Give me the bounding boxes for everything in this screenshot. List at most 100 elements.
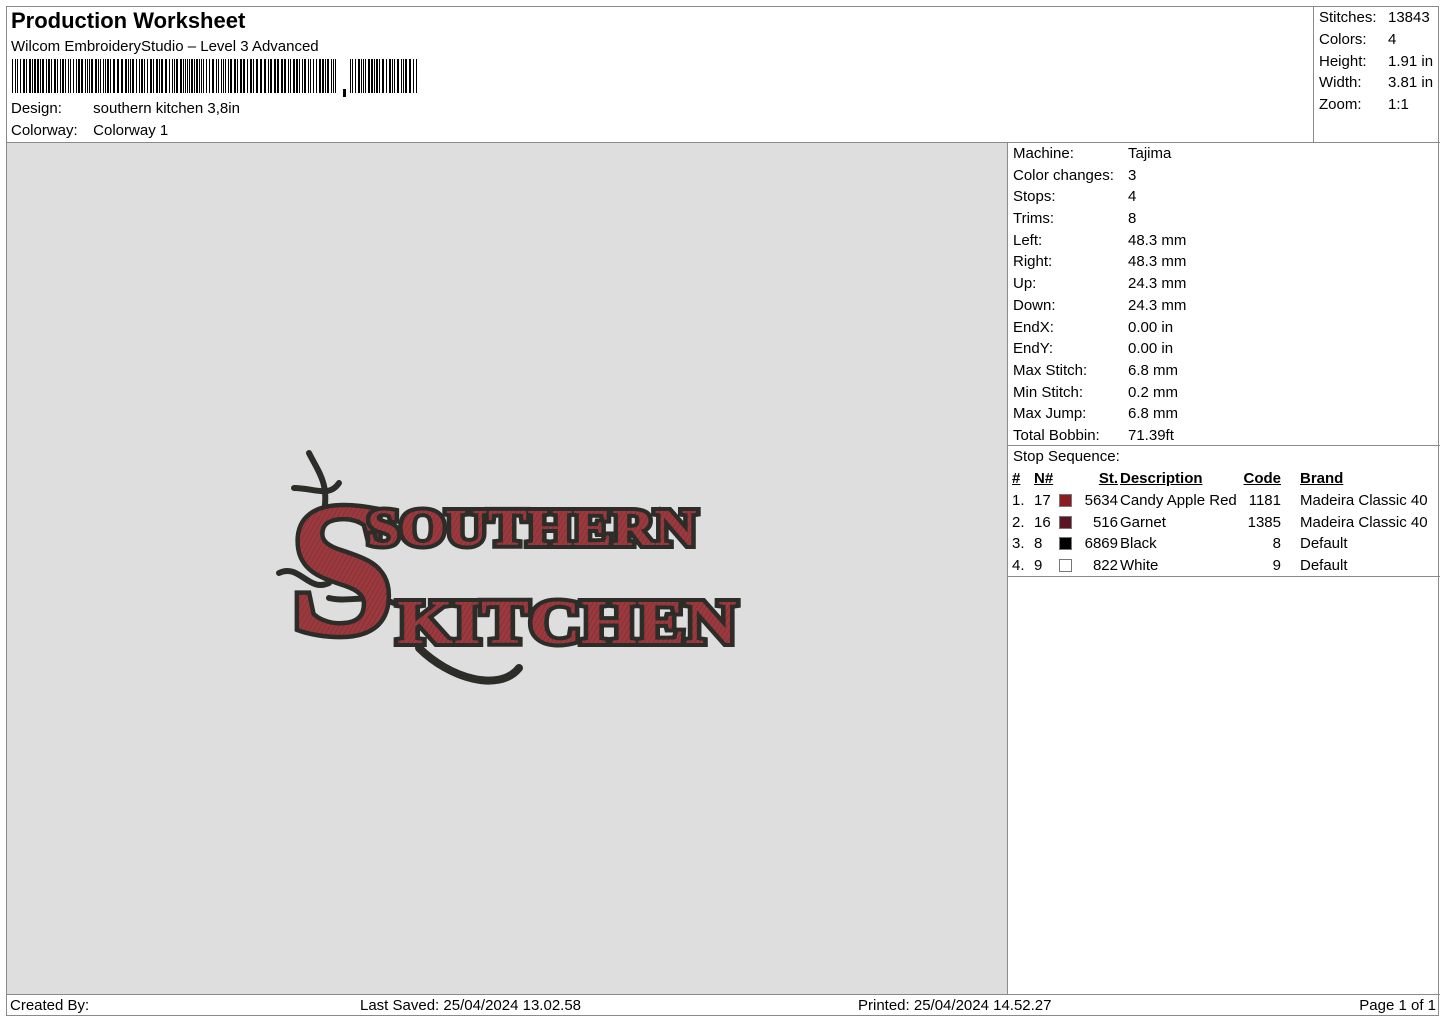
machine-row: Color changes: 3 — [1008, 165, 1440, 187]
machine-row: EndX: 0.00 in — [1008, 317, 1440, 339]
machine-row: Max Stitch: 6.8 mm — [1008, 360, 1440, 382]
row-code: 1385 — [1247, 513, 1281, 531]
machine-value: 24.3 mm — [1128, 296, 1187, 314]
row-description: White — [1120, 557, 1159, 575]
design-value: southern kitchen 3,8in — [93, 100, 240, 117]
header-num: # — [1012, 470, 1021, 487]
printed-date: Printed: 25/04/2024 14.52.27 — [858, 997, 1052, 1014]
header-code: Code — [1243, 470, 1282, 487]
row-num: 4. — [1012, 557, 1025, 575]
design-preview: S SOUTHERN KITCHEN — [7, 143, 1008, 994]
colorway-label: Colorway: — [11, 122, 78, 139]
machine-label: Right: — [1013, 253, 1053, 271]
row-stitches: 6869 — [1084, 535, 1118, 553]
machine-label: Stops: — [1013, 188, 1056, 206]
page-number: Page 1 of 1 — [1359, 997, 1436, 1014]
table-row: 4. 9 822 White 9 Default — [1008, 555, 1440, 577]
machine-label: Color changes: — [1013, 166, 1114, 184]
machine-value: 3 — [1128, 166, 1137, 184]
machine-label: Trims: — [1013, 210, 1055, 228]
summary-label: Colors: — [1319, 30, 1367, 48]
machine-value: 0.00 in — [1128, 340, 1174, 358]
header-description: Description — [1120, 470, 1203, 487]
row-code: 1181 — [1248, 491, 1281, 509]
summary-label: Stitches: — [1319, 9, 1377, 26]
summary-value: 13843 — [1388, 9, 1430, 26]
row-stitches: 516 — [1092, 513, 1118, 531]
stop-table-header: # N# St. Description Code Brand — [1008, 468, 1440, 490]
machine-row: Stops: 4 — [1008, 186, 1440, 208]
machine-label: EndX: — [1013, 318, 1054, 336]
row-brand: Default — [1300, 535, 1348, 553]
row-brand: Madeira Classic 40 — [1300, 513, 1428, 531]
machine-value: 6.8 mm — [1128, 361, 1179, 379]
table-row: 2. 16 516 Garnet 1385 Madeira Classic 40 — [1008, 512, 1440, 534]
row-stitches: 822 — [1092, 557, 1118, 575]
machine-label: EndY: — [1013, 340, 1054, 358]
page-title: Production Worksheet — [11, 8, 246, 33]
machine-row: Down: 24.3 mm — [1008, 295, 1440, 317]
summary-row: Zoom: 1:1 — [1314, 94, 1440, 116]
machine-row: Right: 48.3 mm — [1008, 251, 1440, 273]
row-code: 9 — [1272, 557, 1281, 575]
row-brand: Default — [1300, 557, 1348, 575]
summary-label: Height: — [1319, 52, 1367, 70]
worksheet-footer: Created By: Last Saved: 25/04/2024 13.02… — [7, 994, 1440, 1016]
row-stitches: 5634 — [1084, 491, 1118, 509]
header-brand: Brand — [1300, 470, 1344, 487]
summary-row: Width: 3.81 in — [1314, 72, 1440, 94]
machine-label: Max Jump: — [1013, 405, 1087, 423]
machine-value: 4 — [1128, 188, 1137, 206]
machine-row: EndY: 0.00 in — [1008, 338, 1440, 360]
header-stitches: St. — [1098, 470, 1118, 487]
row-description: Candy Apple Red — [1120, 491, 1237, 509]
summary-value: 1.91 in — [1388, 52, 1434, 70]
machine-label: Max Stitch: — [1013, 361, 1088, 379]
row-needle: 8 — [1034, 535, 1043, 553]
machine-value: 48.3 mm — [1128, 253, 1187, 271]
machine-row: Min Stitch: 0.2 mm — [1008, 382, 1440, 404]
design-line-1: SOUTHERN — [367, 500, 697, 557]
machine-row: Total Bobbin: 71.39ft — [1008, 425, 1440, 447]
table-row: 1. 17 5634 Candy Apple Red 1181 Madeira … — [1008, 490, 1440, 512]
machine-label: Up: — [1013, 275, 1037, 293]
machine-row: Up: 24.3 mm — [1008, 273, 1440, 295]
machine-value: Tajima — [1128, 145, 1172, 162]
machine-label: Min Stitch: — [1013, 383, 1084, 401]
color-swatch — [1059, 515, 1072, 529]
row-code: 8 — [1272, 535, 1281, 553]
created-by: Created By: — [10, 997, 90, 1014]
machine-value: 71.39ft — [1128, 426, 1174, 444]
color-swatch — [1059, 537, 1072, 551]
machine-value: 8 — [1128, 210, 1137, 228]
color-swatch — [1059, 559, 1072, 573]
machine-value: 0.2 mm — [1128, 383, 1179, 401]
machine-row: Max Jump: 6.8 mm — [1008, 403, 1440, 425]
machine-label: Left: — [1013, 231, 1043, 249]
row-needle: 9 — [1034, 557, 1043, 575]
machine-value: 0.00 in — [1128, 318, 1174, 336]
machine-info: Machine: Tajima Color changes: 3 Stops: 4 T… — [1008, 143, 1440, 446]
summary-value: 1:1 — [1388, 96, 1409, 114]
stop-table: # N# St. Description Code Brand 1. 17 56… — [1008, 468, 1440, 577]
machine-row: Machine: Tajima — [1008, 143, 1440, 165]
header-needle: N# — [1034, 470, 1054, 487]
colorway-row: Colorway: Colorway 1 — [11, 122, 168, 139]
table-row: 3. 8 6869 Black 8 Default — [1008, 533, 1440, 555]
production-worksheet: Production Worksheet Wilcom EmbroiderySt… — [6, 6, 1440, 1016]
summary-label: Width: — [1319, 74, 1362, 92]
summary-row: Stitches: 13843 — [1314, 7, 1440, 29]
stop-sequence-title: Stop Sequence: — [1013, 448, 1120, 465]
machine-value: 48.3 mm — [1128, 231, 1187, 249]
machine-row: Trims: 8 — [1008, 208, 1440, 230]
summary-row: Colors: 4 — [1314, 29, 1440, 51]
row-num: 2. — [1012, 513, 1025, 531]
summary-label: Zoom: — [1319, 96, 1362, 114]
row-needle: 17 — [1034, 491, 1051, 509]
machine-value: 24.3 mm — [1128, 275, 1187, 293]
machine-value: 6.8 mm — [1128, 405, 1179, 423]
summary-row: Height: 1.91 in — [1314, 51, 1440, 73]
row-num: 1. — [1012, 491, 1025, 509]
stop-sequence: Stop Sequence: # N# St. Description Code… — [1008, 446, 1440, 577]
machine-row: Left: 48.3 mm — [1008, 230, 1440, 252]
